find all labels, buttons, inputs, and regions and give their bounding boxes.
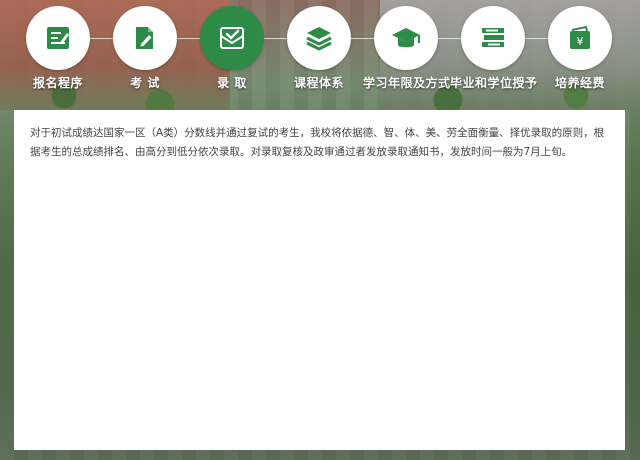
nav-circle bbox=[374, 6, 438, 70]
admission-description: 对于初试成绩达国家一区（A类）分数线并通过复试的考生，我校将依据德、智、体、美、… bbox=[30, 127, 605, 158]
nav-label: 学习年限及方式 bbox=[363, 76, 451, 90]
yuan-wallet-icon: ¥ bbox=[570, 25, 590, 49]
nav-label: 毕业和学位授予 bbox=[450, 76, 538, 90]
nav-circle bbox=[461, 6, 525, 70]
nav-item-training-fees[interactable]: ¥ 培养经费 bbox=[537, 6, 623, 96]
nav-item-exam[interactable]: 考 试 bbox=[102, 6, 188, 96]
books-icon bbox=[482, 28, 504, 47]
document-pen-icon bbox=[136, 27, 153, 49]
nav-item-study-duration[interactable]: 学习年限及方式 bbox=[363, 6, 451, 96]
step-navigation: 报名程序 考 试 录 取 课程体系 学习年限及方式 毕业和学位授予 ¥ 培养经费 bbox=[0, 0, 640, 100]
nav-item-graduation-degree[interactable]: 毕业和学位授予 bbox=[450, 6, 538, 96]
nav-label: 考 试 bbox=[130, 76, 160, 90]
nav-item-application-procedure[interactable]: 报名程序 bbox=[15, 6, 101, 96]
graduation-cap-icon bbox=[392, 28, 420, 48]
nav-label: 报名程序 bbox=[32, 76, 83, 90]
nav-label: 录 取 bbox=[217, 76, 247, 90]
nav-circle bbox=[113, 6, 177, 70]
nav-label: 培养经费 bbox=[554, 76, 605, 90]
nav-label: 课程体系 bbox=[293, 76, 344, 90]
nav-circle bbox=[26, 6, 90, 70]
layers-icon bbox=[306, 27, 332, 51]
nav-circle bbox=[287, 6, 351, 70]
content-panel: 对于初试成绩达国家一区（A类）分数线并通过复试的考生，我校将依据德、智、体、美、… bbox=[14, 110, 625, 450]
envelope-check-icon bbox=[220, 27, 244, 49]
svg-text:¥: ¥ bbox=[577, 35, 584, 48]
nav-circle-active bbox=[200, 6, 264, 70]
nav-circle: ¥ bbox=[548, 6, 612, 70]
form-edit-icon bbox=[47, 27, 69, 49]
nav-item-admission[interactable]: 录 取 bbox=[189, 6, 275, 96]
nav-item-curriculum[interactable]: 课程体系 bbox=[276, 6, 362, 96]
